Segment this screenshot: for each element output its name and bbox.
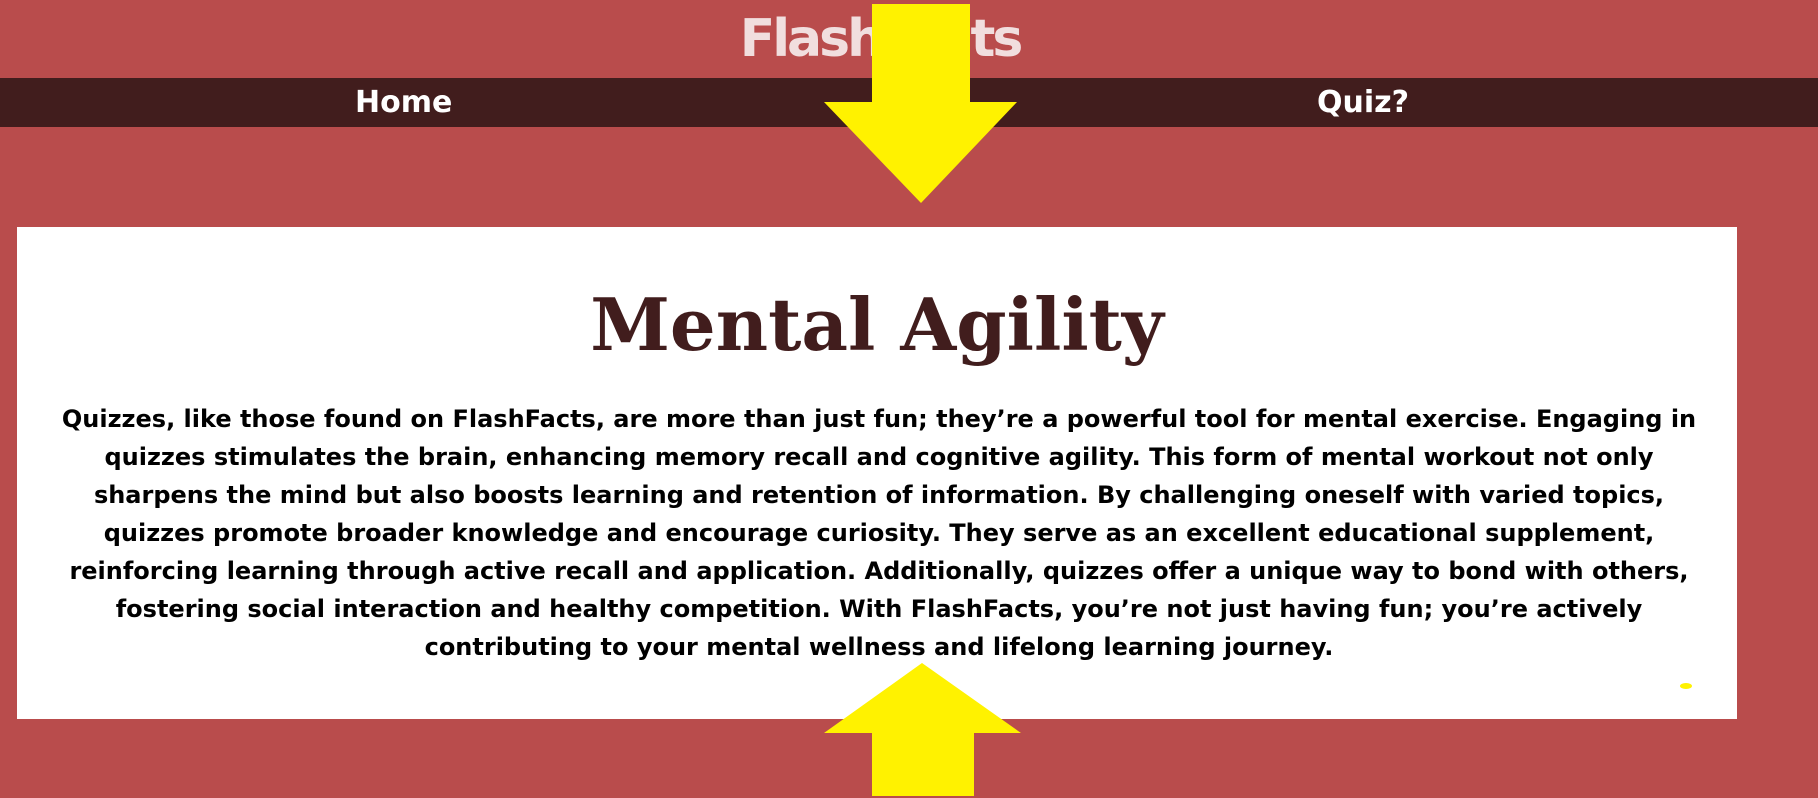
- nav-link-home[interactable]: Home: [355, 78, 452, 127]
- page-title: Mental Agility: [590, 282, 1164, 367]
- navigation-bar: Home Quiz?: [0, 78, 1818, 127]
- nav-link-quiz[interactable]: Quiz?: [1317, 78, 1409, 127]
- body-text: Quizzes, like those found on FlashFacts,…: [61, 405, 1697, 661]
- brand-title: FlashFacts: [739, 9, 1024, 69]
- content-card: Mental Agility Quizzes, like those found…: [17, 227, 1737, 719]
